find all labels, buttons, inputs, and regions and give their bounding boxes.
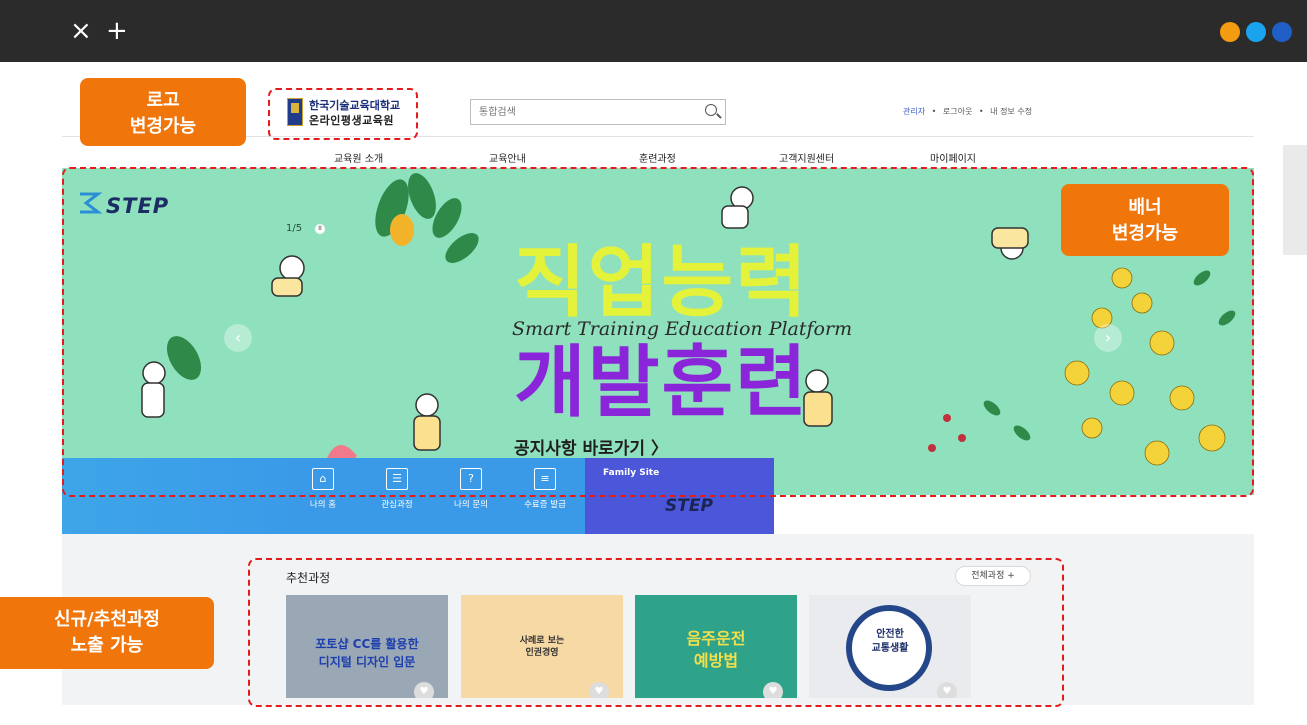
annotation-text: 변경가능 <box>129 116 197 137</box>
page: × + 한국기술교육대학교 온라인평생교육원 관리자 • 로그아웃 • 내 정보… <box>0 0 1307 725</box>
util-separator: • <box>931 107 937 116</box>
side-quick-panel[interactable] <box>1283 145 1307 255</box>
annotation-text: 로고 <box>146 90 180 111</box>
annotation-text: 노출 가능 <box>70 635 144 656</box>
util-separator: • <box>978 107 984 116</box>
nav-item-mypage[interactable]: 마이페이지 <box>930 150 976 165</box>
quick-label: 수료증 발급 <box>524 500 566 510</box>
nav-item-guide[interactable]: 교육안내 <box>489 150 526 165</box>
edit-profile-link[interactable]: 내 정보 수정 <box>990 107 1032 116</box>
util-links: 관리자 • 로그아웃 • 내 정보 수정 <box>903 106 1036 117</box>
nav-item-support[interactable]: 고객지원센터 <box>779 150 834 165</box>
logout-link[interactable]: 로그아웃 <box>943 107 972 116</box>
close-icon[interactable]: × <box>70 14 92 48</box>
quick-label: 관심과정 <box>381 500 413 510</box>
annotation-banner-frame <box>62 167 1254 497</box>
window-dot-orange[interactable] <box>1220 22 1240 42</box>
annotation-text: 신규/추천과정 <box>54 609 160 630</box>
window-dot-blue[interactable] <box>1246 22 1266 42</box>
annotation-recommend-frame <box>248 558 1064 707</box>
search-input[interactable] <box>471 100 691 125</box>
search-icon[interactable] <box>705 104 717 116</box>
annotation-recommend: 신규/추천과정 노출 가능 <box>0 597 214 669</box>
nav-item-about[interactable]: 교육원 소개 <box>334 150 383 165</box>
family-site-logo[interactable]: STEP <box>665 496 713 516</box>
annotation-logo: 로고 변경가능 <box>80 78 246 146</box>
plus-icon[interactable]: + <box>106 14 128 48</box>
quick-label: 나의 문의 <box>454 500 488 510</box>
admin-link[interactable]: 관리자 <box>903 107 925 116</box>
annotation-logo-frame <box>268 88 418 140</box>
search-box <box>470 99 726 125</box>
window-titlebar: × + <box>0 0 1307 62</box>
window-dot-navy[interactable] <box>1272 22 1292 42</box>
nav-item-courses[interactable]: 훈련과정 <box>639 150 676 165</box>
quick-label: 나의 홈 <box>309 500 337 510</box>
